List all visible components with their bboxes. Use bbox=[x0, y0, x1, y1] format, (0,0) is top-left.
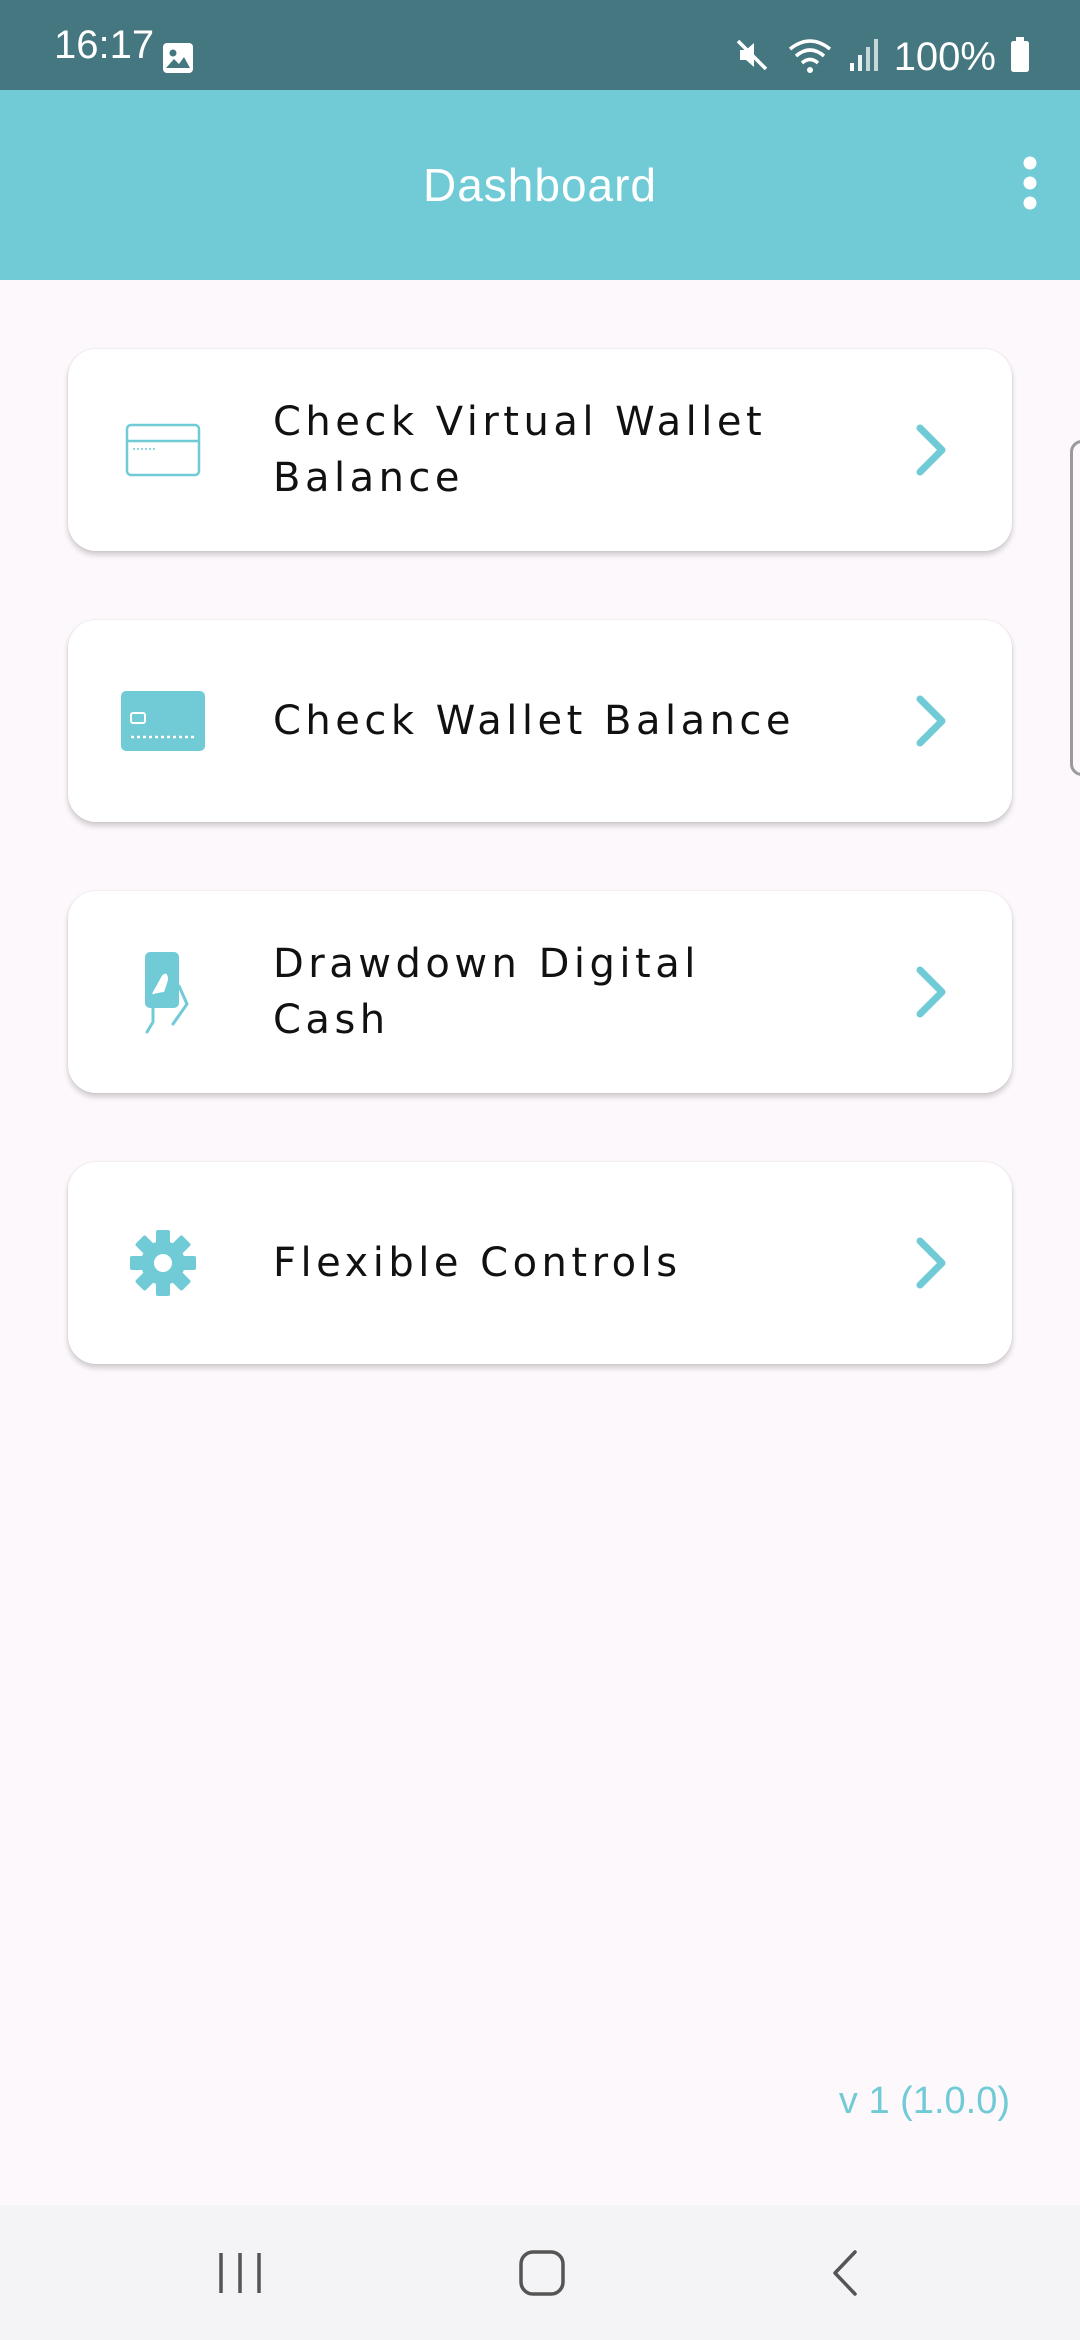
signal-icon bbox=[848, 37, 880, 78]
hand-phone-icon bbox=[118, 947, 208, 1037]
home-button[interactable] bbox=[507, 2240, 577, 2310]
card-outline-icon bbox=[118, 405, 208, 495]
gallery-icon bbox=[162, 42, 194, 74]
status-icons: 100% bbox=[732, 33, 1030, 81]
recents-button[interactable] bbox=[205, 2240, 275, 2310]
drawdown-digital-cash-card[interactable]: Drawdown Digital Cash bbox=[68, 891, 1012, 1093]
check-wallet-balance-card[interactable]: Check Wallet Balance bbox=[68, 620, 1012, 822]
menu-item-label: Flexible Controls bbox=[273, 1240, 682, 1286]
page-title: Dashboard bbox=[422, 159, 658, 211]
menu-item-label: Check Virtual Wallet Balance bbox=[273, 399, 767, 501]
more-vert-icon bbox=[1020, 155, 1040, 216]
mute-icon bbox=[732, 35, 772, 80]
battery-icon bbox=[1010, 36, 1030, 78]
wifi-icon bbox=[786, 35, 834, 80]
menu-item-label: Drawdown Digital Cash bbox=[273, 941, 700, 1043]
chevron-right-icon bbox=[912, 420, 952, 480]
gear-icon bbox=[118, 1218, 208, 1308]
chevron-right-icon bbox=[912, 962, 952, 1022]
status-time: 16:17 bbox=[54, 23, 155, 67]
card-filled-icon bbox=[118, 676, 208, 766]
back-button[interactable] bbox=[810, 2240, 880, 2310]
app-version: v 1 (1.0.0) bbox=[838, 2080, 1010, 2122]
chevron-right-icon bbox=[912, 1233, 952, 1293]
system-nav-bar bbox=[0, 2205, 1080, 2340]
menu-item-label: Check Wallet Balance bbox=[273, 698, 796, 744]
app-bar: Dashboard bbox=[0, 90, 1080, 280]
back-icon bbox=[825, 2248, 865, 2303]
status-bar: 16:17 100% bbox=[0, 0, 1080, 90]
home-icon bbox=[517, 2248, 567, 2303]
scrollbar[interactable] bbox=[1070, 440, 1080, 776]
battery-percentage: 100% bbox=[893, 34, 996, 79]
check-virtual-wallet-balance-card[interactable]: Check Virtual Wallet Balance bbox=[68, 349, 1012, 551]
more-options-button[interactable] bbox=[1000, 145, 1060, 225]
chevron-right-icon bbox=[912, 691, 952, 751]
flexible-controls-card[interactable]: Flexible Controls bbox=[68, 1162, 1012, 1364]
recents-icon bbox=[215, 2250, 265, 2301]
